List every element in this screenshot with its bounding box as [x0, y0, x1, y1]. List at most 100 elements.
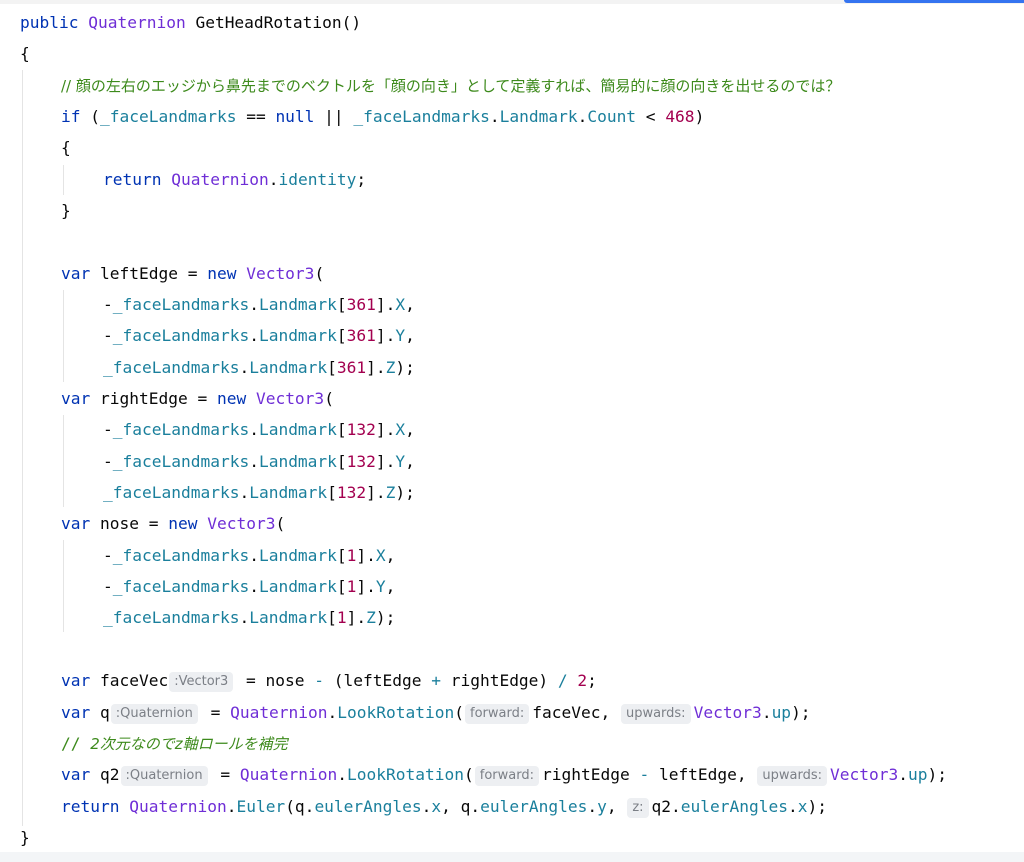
code-line-13[interactable]: var rightEdge = new Vector3(: [61, 386, 334, 412]
operator: -: [103, 546, 113, 565]
code-line-20[interactable]: _faceLandmarks.Landmark[1].Z);: [103, 605, 395, 631]
punctuation: .: [898, 765, 909, 784]
property-name: up: [771, 703, 792, 722]
property-name: Y: [395, 326, 406, 345]
property-name: x: [797, 797, 808, 816]
operator: -: [103, 326, 113, 345]
code-line-10[interactable]: -_faceLandmarks.Landmark[361].X,: [103, 292, 415, 318]
code-line-14[interactable]: -_faceLandmarks.Landmark[132].X,: [103, 417, 415, 443]
type-name: Quaternion: [129, 797, 227, 816]
punctuation: ,: [385, 546, 396, 565]
variable-declaration: q2: [90, 765, 120, 784]
keyword: var: [61, 264, 91, 283]
code-line-5[interactable]: {: [61, 135, 71, 161]
property-name: identity: [278, 170, 357, 189]
punctuation: ,: [405, 452, 415, 471]
field-name: _faceLandmarks: [112, 326, 250, 345]
variable-declaration: faceVec: [90, 671, 169, 690]
indent-guide: [63, 165, 64, 195]
punctuation: ,: [385, 577, 396, 596]
parameter-hint: z:: [627, 798, 649, 818]
keyword: null: [275, 107, 315, 126]
keyword: public: [20, 13, 79, 32]
operator: ||: [314, 107, 354, 126]
open-brace: {: [61, 138, 71, 157]
argument: faceVec,: [532, 703, 620, 722]
code-line-25[interactable]: var q2:Quaternion = Quaternion.LookRotat…: [61, 762, 947, 788]
parameter-hint: upwards:: [620, 704, 691, 724]
parameter-hint: upwards:: [757, 766, 828, 786]
code-line-2[interactable]: {: [20, 41, 30, 67]
property-name: Landmark: [258, 295, 337, 314]
indent-guide: [63, 540, 64, 632]
type-name: Quaternion: [88, 13, 186, 32]
comment: 2次元なのでz軸ロールを補完: [90, 735, 288, 753]
code-editor[interactable]: public Quaternion GetHeadRotation() { //…: [0, 0, 1024, 852]
code-line-26[interactable]: return Quaternion.Euler(q.eulerAngles.x,…: [61, 794, 827, 820]
argument: (q.: [285, 797, 315, 816]
field-name: _faceLandmarks: [112, 420, 250, 439]
type-name: Quaternion: [239, 765, 338, 784]
code-line-15[interactable]: -_faceLandmarks.Landmark[132].Y,: [103, 449, 415, 475]
variable-declaration: rightEdge =: [90, 389, 217, 408]
operator: =: [200, 703, 231, 722]
method-call: LookRotation: [347, 765, 464, 784]
code-line-9[interactable]: var leftEdge = new Vector3(: [61, 261, 324, 287]
code-line-17[interactable]: var nose = new Vector3(: [61, 511, 285, 537]
property-name: Landmark: [258, 452, 337, 471]
type-hint: :Vector3: [169, 672, 234, 692]
code-line-7[interactable]: }: [61, 198, 71, 224]
indent-guide: [22, 70, 23, 826]
code-line-23[interactable]: var q:Quaternion = Quaternion.LookRotati…: [61, 700, 811, 726]
code-line-22[interactable]: var faceVec:Vector3 = nose - (leftEdge +…: [61, 668, 597, 694]
property-name: Landmark: [249, 608, 328, 627]
property-name: Landmark: [258, 420, 337, 439]
code-line-11[interactable]: -_faceLandmarks.Landmark[361].Y,: [103, 323, 415, 349]
code-line-4[interactable]: if (_faceLandmarks == null || _faceLandm…: [61, 104, 704, 130]
punctuation: ,: [405, 326, 415, 345]
type-name: Quaternion: [171, 170, 269, 189]
number-literal: 132: [346, 420, 376, 439]
argument: leftEdge,: [649, 765, 757, 784]
field-name: _faceLandmarks: [353, 107, 490, 126]
code-line-6[interactable]: return Quaternion.identity;: [103, 167, 366, 193]
code-line-12[interactable]: _faceLandmarks.Landmark[361].Z);: [103, 355, 415, 381]
punctuation: ;: [356, 170, 367, 189]
keyword: new: [207, 264, 237, 283]
field-name: _faceLandmarks: [100, 107, 237, 126]
expression: (leftEdge: [324, 671, 432, 690]
open-brace: {: [20, 44, 30, 63]
property-name: Count: [587, 107, 637, 126]
code-line-27[interactable]: }: [20, 825, 30, 851]
bottom-border: [0, 852, 1024, 862]
property-name: Landmark: [249, 358, 328, 377]
punctuation: (: [80, 107, 100, 126]
method-call: LookRotation: [337, 703, 455, 722]
code-line-16[interactable]: _faceLandmarks.Landmark[132].Z);: [103, 480, 415, 506]
variable-declaration: q: [90, 703, 110, 722]
type-name: Vector3: [830, 765, 899, 784]
number-literal: 361: [346, 295, 376, 314]
code-line-18[interactable]: -_faceLandmarks.Landmark[1].X,: [103, 543, 395, 569]
field-name: _faceLandmarks: [112, 295, 250, 314]
close-brace: }: [20, 828, 30, 847]
property-name: eulerAngles: [314, 797, 422, 816]
expression: rightEdge): [440, 671, 558, 690]
code-line-1[interactable]: public Quaternion GetHeadRotation(): [20, 10, 361, 36]
number-literal: 1: [336, 608, 347, 627]
type-name: Vector3: [693, 703, 762, 722]
keyword: var: [61, 703, 91, 722]
number-literal: 361: [336, 358, 367, 377]
operator: -: [103, 452, 113, 471]
punctuation: ,: [405, 420, 415, 439]
code-line-3[interactable]: // 顔の左右のエッジから鼻先までのベクトルを「顔の向き」として定義すれば、簡易…: [61, 73, 840, 99]
number-literal: 1: [346, 577, 357, 596]
keyword: if: [61, 107, 81, 126]
operator: -: [103, 420, 113, 439]
code-line-24[interactable]: // 2次元なのでz軸ロールを補完: [61, 731, 288, 757]
property-name: Landmark: [258, 326, 337, 345]
number-literal: 132: [346, 452, 376, 471]
type-name: Vector3: [207, 514, 276, 533]
code-line-19[interactable]: -_faceLandmarks.Landmark[1].Y,: [103, 574, 395, 600]
number-literal: 468: [665, 107, 695, 126]
